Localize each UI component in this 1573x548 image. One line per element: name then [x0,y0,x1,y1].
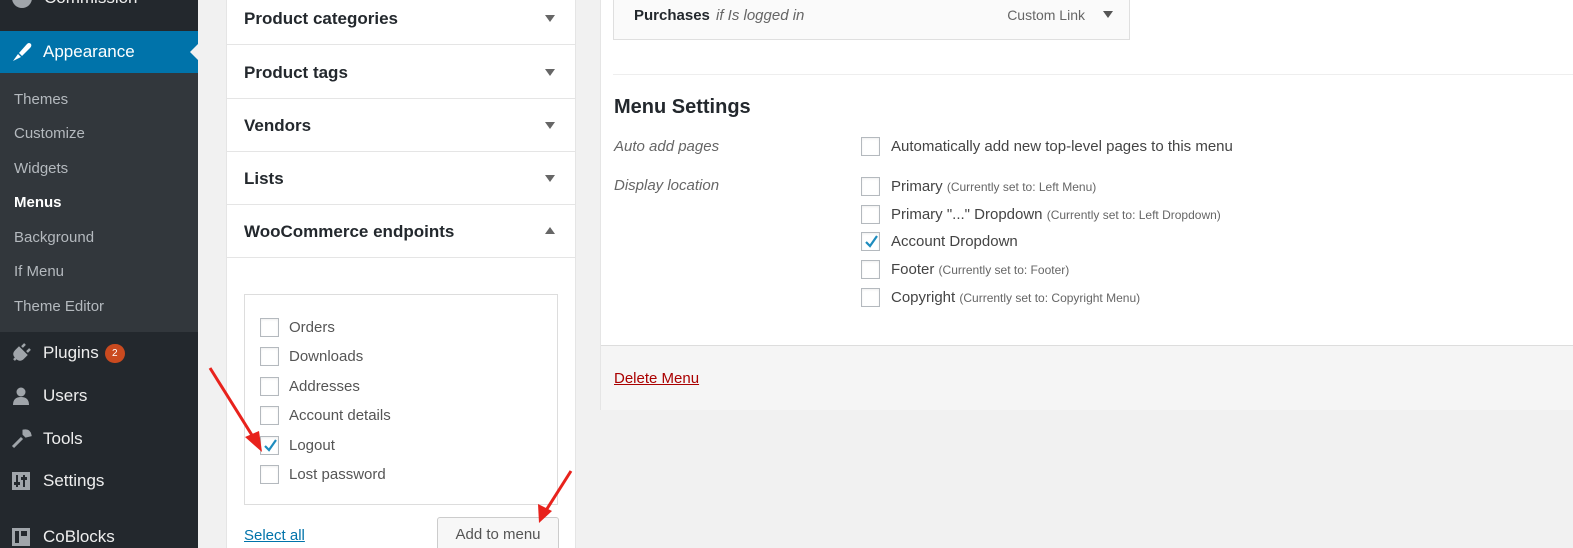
endpoint-label: Addresses [289,378,360,395]
menu-item-title: Purchases [634,7,710,24]
paintbrush-icon [13,43,32,61]
menu-item-bar[interactable]: Purchases if Is logged in Custom Link [613,0,1130,40]
location-note: (Currently set to: Footer) [938,263,1070,277]
option-label: Copyright (Currently set to: Copyright M… [891,289,1140,306]
option-label: Account Dropdown [891,233,1018,250]
chevron-up-icon [545,227,555,234]
submenu-item-widgets[interactable]: Widgets [14,160,68,177]
sidebar-item-label: Settings [43,471,105,490]
checkbox[interactable] [861,177,880,196]
endpoint-label: Orders [289,319,335,336]
location-note: (Currently set to: Copyright Menu) [959,291,1141,305]
delete-menu-link[interactable]: Delete Menu [614,370,699,387]
accordion-section-lists[interactable]: Lists [227,152,575,205]
accordion-section-title: WooCommerce endpoints [244,222,455,241]
submenu-item-theme-editor[interactable]: Theme Editor [14,298,104,315]
wrench-icon [11,429,32,449]
accordion-section-woocommerce-endpoints[interactable]: WooCommerce endpoints [227,205,575,258]
sidebar-item-label: CoBlocks [43,527,115,546]
endpoint-label: Account details [289,407,391,424]
current-notch [190,44,198,60]
commission-icon [12,0,32,8]
option-label: Footer (Currently set to: Footer) [891,261,1069,278]
checkbox[interactable] [861,260,880,279]
menu-actions-bar: Delete Menu [601,345,1573,410]
auto-add-label: Auto add pages [614,138,720,155]
menu-item-type: Custom Link [1007,7,1085,23]
user-icon [13,387,29,405]
accordion-section-title: Lists [244,169,284,188]
select-all-link[interactable]: Select all [244,527,305,544]
sidebar-item-plugins[interactable]: Plugins 2 [0,334,198,374]
checkbox[interactable] [260,347,279,366]
sidebar-item-coblocks[interactable]: CoBlocks [0,518,198,548]
menu-item-condition: if Is logged in [716,7,805,24]
sidebar-item-label: Users [43,386,88,405]
chevron-down-icon [545,15,555,22]
chevron-down-icon [545,122,555,129]
checkmark-icon [865,235,878,248]
location-note: (Currently set to: Left Dropdown) [1046,208,1221,222]
update-count-badge: 2 [104,344,125,363]
sidebar-item-label: Tools [43,429,83,448]
accordion-section-vendors[interactable]: Vendors [227,99,575,152]
menu-edit-panel: Purchases if Is logged in Custom Link Me… [600,0,1573,410]
endpoint-label: Lost password [289,466,386,483]
checkbox[interactable] [861,288,880,307]
location-name: Primary [891,178,943,195]
chevron-down-icon [545,175,555,182]
sidebar-item-users[interactable]: Users [0,377,198,417]
annotation-arrow-icon [208,367,262,452]
location-name: Footer [891,261,935,278]
submenu-item-customize[interactable]: Customize [14,125,85,142]
option-label: Primary (Currently set to: Left Menu) [891,178,1096,195]
plugins-label: Plugins [43,343,99,362]
checkbox[interactable] [260,318,279,337]
menu-settings-heading: Menu Settings [614,96,751,118]
checkbox[interactable] [861,205,880,224]
coblocks-icon [12,528,30,546]
chevron-down-icon [545,69,555,76]
admin-sidebar: Commission Appearance Themes Customize W… [0,0,198,548]
accordion-section-title: Vendors [244,116,312,135]
option-label: Automatically add new top-level pages to… [891,138,1233,155]
location-note: (Currently set to: Left Menu) [946,180,1097,194]
accordion-section-title: Product tags [244,63,348,82]
endpoint-label: Logout [289,437,335,454]
chevron-down-icon[interactable] [1103,11,1113,18]
divider [613,74,1573,75]
sidebar-item-label: Plugins 2 [43,343,125,363]
checkbox[interactable] [260,465,279,484]
sidebar-item-tools[interactable]: Tools [0,420,198,460]
checkbox-checked[interactable] [861,232,880,251]
accordion-section-title: Product categories [244,9,398,28]
annotation-arrow-icon [538,470,573,523]
plug-icon [13,343,31,361]
submenu-item-if-menu[interactable]: If Menu [14,263,64,280]
add-menu-items-accordion: Product categories Product tags Vendors … [226,0,576,548]
submenu-item-menus[interactable]: Menus [14,194,62,211]
submenu-item-themes[interactable]: Themes [14,91,68,108]
sidebar-item-commission[interactable]: Commission [0,0,198,10]
accordion-section-product-categories[interactable]: Product categories [227,0,575,45]
settings-sliders-icon [12,472,30,490]
location-name: Copyright [891,289,956,306]
display-location-label: Display location [614,177,720,194]
location-name: Account Dropdown [891,233,1018,250]
location-name: Primary "..." Dropdown [891,206,1043,223]
sidebar-item-label: Commission [44,0,138,8]
sidebar-item-settings[interactable]: Settings [0,462,198,502]
accordion-section-product-tags[interactable]: Product tags [227,46,575,99]
submenu-item-background[interactable]: Background [14,229,94,246]
endpoint-label: Downloads [289,348,364,365]
appearance-submenu: Themes Customize Widgets Menus Backgroun… [0,73,198,332]
checkbox[interactable] [861,137,880,156]
sidebar-item-label: Appearance [43,42,135,61]
endpoints-checklist: Orders Downloads Addresses Account detai… [244,294,558,505]
option-label: Primary "..." Dropdown (Currently set to… [891,206,1221,223]
sidebar-item-appearance[interactable]: Appearance [0,31,198,73]
